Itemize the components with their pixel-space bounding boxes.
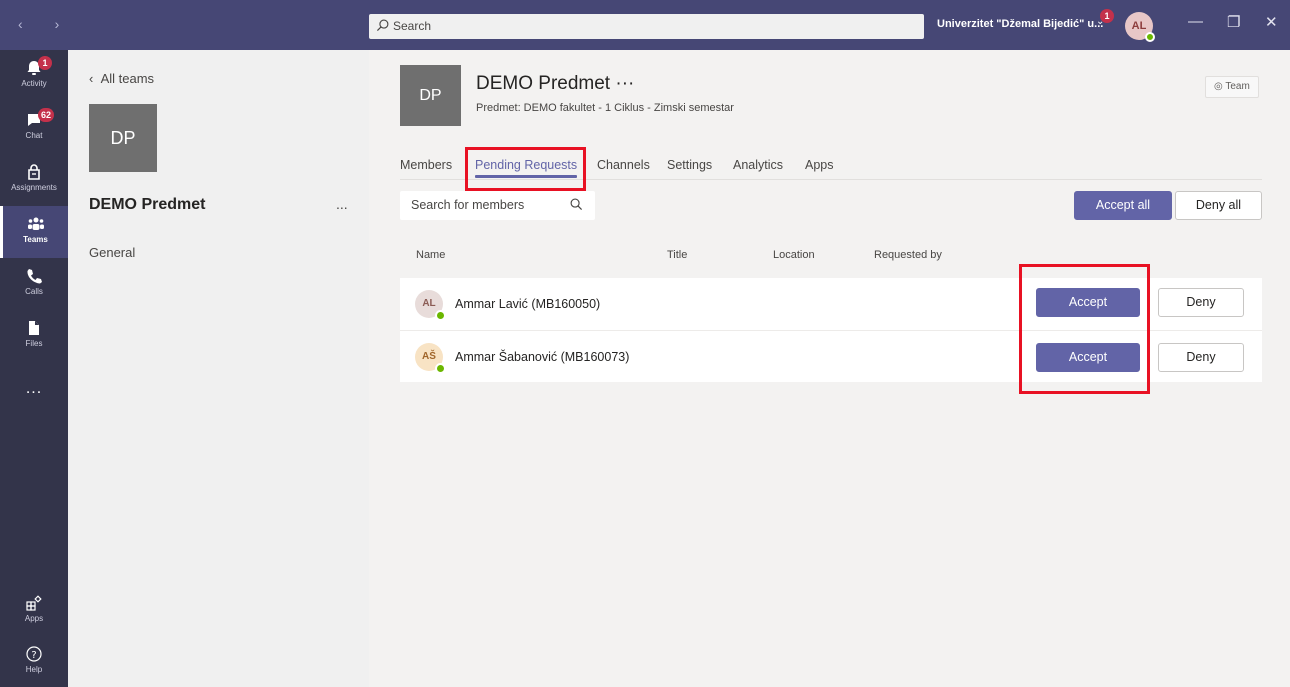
tab-channels[interactable]: Channels bbox=[597, 158, 650, 172]
rail-item-activity[interactable]: Activity 1 bbox=[0, 50, 68, 102]
tab-analytics[interactable]: Analytics bbox=[733, 158, 783, 172]
rail-label: Files bbox=[25, 339, 43, 348]
table-row: AŠ Ammar Šabanović (MB160073) Accept Den… bbox=[400, 330, 1262, 382]
tabs-divider bbox=[400, 179, 1262, 180]
teams-icon bbox=[27, 217, 44, 230]
rail-item-calls[interactable]: Calls bbox=[0, 258, 68, 310]
minimize-icon[interactable]: — bbox=[1188, 13, 1203, 30]
requester-name: Ammar Šabanović (MB160073) bbox=[455, 350, 630, 364]
rail-item-apps[interactable]: Apps bbox=[0, 585, 68, 637]
tab-apps[interactable]: Apps bbox=[805, 158, 834, 172]
team-avatar: DP bbox=[89, 104, 157, 172]
rail-label: Apps bbox=[24, 614, 44, 623]
column-header-name: Name bbox=[416, 249, 446, 261]
rail-item-assignments[interactable]: Assignments bbox=[0, 154, 68, 206]
deny-button[interactable]: Deny bbox=[1158, 288, 1244, 317]
rail-label: Help bbox=[25, 665, 43, 674]
chat-badge: 62 bbox=[38, 108, 55, 122]
team-header-avatar: DP bbox=[400, 65, 461, 126]
back-arrow-icon[interactable]: ‹ bbox=[18, 16, 37, 32]
chevron-down-icon[interactable]: ⌄ bbox=[1096, 16, 1104, 27]
presence-available-icon bbox=[435, 310, 446, 321]
title-bar: ‹ › Search Univerzitet "Džemal Bijedić" … bbox=[0, 0, 1290, 50]
rail-label: Calls bbox=[25, 287, 43, 296]
app-rail: Activity 1 Chat 62 Assignments Teams Cal… bbox=[0, 50, 68, 687]
search-icon bbox=[570, 198, 583, 211]
svg-text:?: ? bbox=[31, 650, 36, 661]
rail-label: Activity bbox=[21, 79, 47, 88]
profile-avatar[interactable]: AL bbox=[1125, 12, 1155, 42]
org-switcher[interactable]: Univerzitet "Džemal Bijedić" u... bbox=[937, 18, 1103, 30]
column-header-requested-by: Requested by bbox=[874, 249, 942, 261]
team-avatar-initials: DP bbox=[110, 127, 136, 148]
apps-icon bbox=[26, 595, 42, 611]
team-chip-label: Team bbox=[1225, 81, 1250, 92]
more-apps-icon[interactable]: ... bbox=[0, 380, 68, 398]
avatar: AŠ bbox=[415, 343, 446, 374]
deny-all-button[interactable]: Deny all bbox=[1175, 191, 1262, 220]
accept-button[interactable]: Accept bbox=[1036, 343, 1140, 372]
team-name: DEMO Predmet bbox=[89, 196, 206, 213]
activity-badge: 1 bbox=[38, 56, 52, 70]
close-icon[interactable]: ✕ bbox=[1265, 13, 1278, 31]
presence-available-icon bbox=[1145, 32, 1155, 42]
all-teams-link[interactable]: ‹ All teams bbox=[89, 71, 154, 86]
global-search-input[interactable]: Search bbox=[369, 14, 924, 39]
avatar-initials: AŠ bbox=[422, 351, 436, 362]
member-search-input[interactable] bbox=[411, 198, 571, 212]
rail-item-teams[interactable]: Teams bbox=[0, 206, 68, 258]
team-visibility-chip[interactable]: ◎ Team bbox=[1205, 76, 1259, 98]
avatar-initials: AL bbox=[422, 298, 436, 309]
maximize-icon[interactable]: ❐ bbox=[1227, 13, 1240, 31]
teams-panel: ‹ All teams DP DEMO Predmet ... General bbox=[68, 50, 369, 687]
rail-label: Chat bbox=[25, 131, 43, 140]
tab-members[interactable]: Members bbox=[400, 158, 452, 172]
column-header-title: Title bbox=[667, 249, 688, 261]
rail-label: Assignments bbox=[11, 183, 57, 192]
requester-name: Ammar Lavić (MB160050) bbox=[455, 297, 601, 311]
avatar: AL bbox=[415, 290, 446, 321]
search-placeholder: Search bbox=[393, 19, 432, 33]
team-description: Predmet: DEMO fakultet - 1 Ciklus - Zims… bbox=[476, 102, 734, 114]
assignments-icon bbox=[28, 164, 40, 180]
phone-icon bbox=[27, 269, 42, 284]
rail-item-chat[interactable]: Chat 62 bbox=[0, 102, 68, 154]
team-header-initials: DP bbox=[419, 86, 442, 104]
channel-general[interactable]: General bbox=[89, 245, 135, 260]
presence-available-icon bbox=[435, 363, 446, 374]
help-icon: ? bbox=[26, 646, 42, 662]
accept-all-button[interactable]: Accept all bbox=[1074, 191, 1172, 220]
chevron-left-icon: ‹ bbox=[89, 71, 101, 86]
eye-icon: ◎ bbox=[1214, 81, 1226, 92]
file-icon bbox=[29, 321, 39, 335]
tab-settings[interactable]: Settings bbox=[667, 158, 712, 172]
history-nav: ‹ › bbox=[18, 16, 73, 32]
main-content: DP DEMO Predmet ··· Predmet: DEMO fakult… bbox=[369, 50, 1290, 687]
accept-button[interactable]: Accept bbox=[1036, 288, 1140, 317]
member-search bbox=[400, 191, 595, 220]
rail-item-files[interactable]: Files bbox=[0, 310, 68, 362]
table-row: AL Ammar Lavić (MB160050) Accept Deny bbox=[400, 278, 1262, 330]
page-title: DEMO Predmet ··· bbox=[476, 73, 635, 94]
profile-initials: AL bbox=[1131, 20, 1147, 32]
rail-label: Teams bbox=[23, 235, 48, 244]
rail-item-help[interactable]: ? Help bbox=[0, 636, 68, 687]
all-teams-label: All teams bbox=[100, 71, 155, 86]
tab-pending-requests[interactable]: Pending Requests bbox=[475, 158, 578, 178]
search-icon bbox=[376, 19, 389, 32]
forward-arrow-icon[interactable]: › bbox=[55, 16, 74, 32]
deny-button[interactable]: Deny bbox=[1158, 343, 1244, 372]
team-more-options-icon[interactable]: ... bbox=[336, 196, 348, 212]
column-header-location: Location bbox=[773, 249, 815, 261]
